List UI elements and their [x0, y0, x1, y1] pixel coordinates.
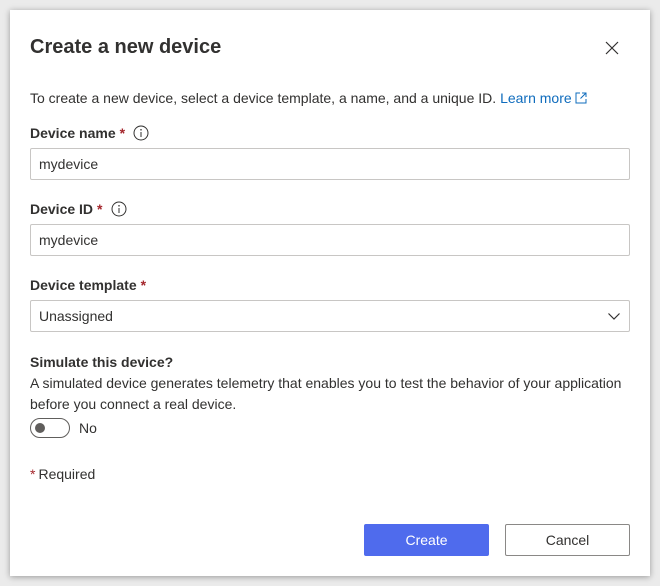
required-asterisk: *	[30, 466, 36, 482]
simulate-toggle[interactable]	[30, 418, 70, 438]
cancel-button[interactable]: Cancel	[505, 524, 630, 556]
create-device-dialog: Create a new device To create a new devi…	[10, 10, 650, 576]
device-name-label-text: Device name	[30, 125, 116, 141]
device-id-label: Device ID *	[30, 201, 127, 217]
device-name-input[interactable]	[30, 148, 630, 180]
device-id-input[interactable]	[30, 224, 630, 256]
learn-more-link[interactable]: Learn more	[500, 90, 587, 106]
device-template-label-text: Device template	[30, 277, 137, 293]
required-asterisk: *	[140, 277, 147, 293]
info-icon[interactable]	[111, 201, 127, 217]
toggle-state-label: No	[79, 420, 97, 436]
toggle-knob	[35, 423, 45, 433]
dialog-description: To create a new device, select a device …	[30, 90, 587, 107]
device-template-selected: Unassigned	[39, 308, 113, 324]
required-asterisk: *	[119, 125, 126, 141]
create-button[interactable]: Create	[364, 524, 489, 556]
info-icon[interactable]	[133, 125, 149, 141]
required-note: * Required	[30, 466, 95, 482]
chevron-down-icon	[608, 313, 620, 320]
device-name-label: Device name *	[30, 125, 149, 141]
close-button[interactable]	[600, 36, 624, 60]
learn-more-label: Learn more	[500, 90, 572, 106]
close-icon	[605, 41, 619, 55]
device-id-label-text: Device ID	[30, 201, 94, 217]
simulate-title: Simulate this device?	[30, 354, 174, 370]
description-text: To create a new device, select a device …	[30, 90, 497, 106]
required-asterisk: *	[97, 201, 103, 217]
device-template-label: Device template *	[30, 277, 146, 293]
external-link-icon	[575, 91, 587, 107]
dialog-title: Create a new device	[30, 36, 222, 58]
required-note-text: Required	[38, 466, 96, 482]
simulate-description: A simulated device generates telemetry t…	[30, 375, 622, 412]
device-template-dropdown[interactable]: Unassigned	[30, 300, 630, 332]
